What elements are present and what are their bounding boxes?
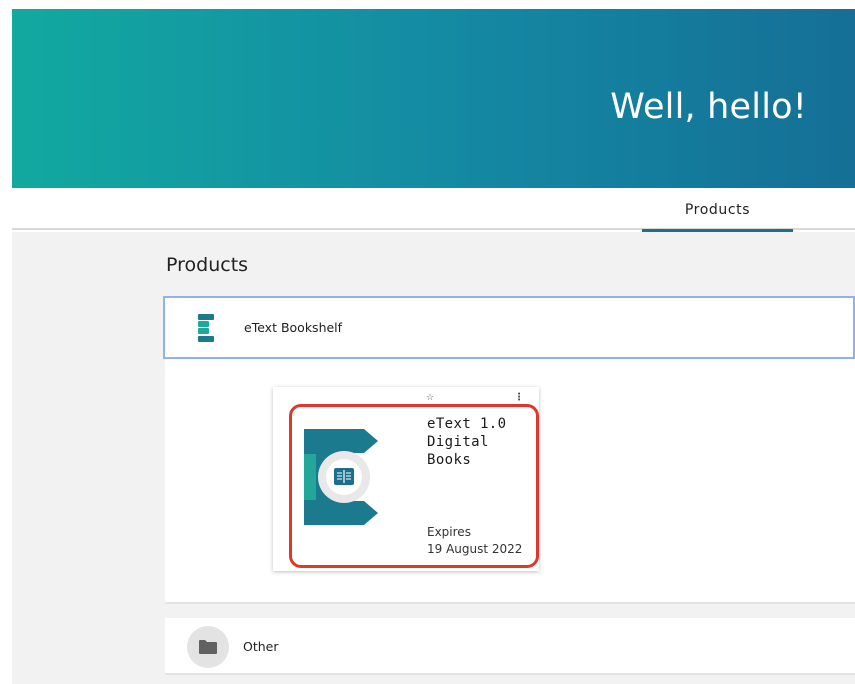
etext-book-cover-icon [304,429,378,525]
expires-date: 19 August 2022 [427,542,523,556]
tab-products[interactable]: Products [642,188,793,232]
etext-bookshelf-accordion-header[interactable]: eText Bookshelf [163,296,855,359]
product-title: eText 1.0 Digital Books [427,416,507,468]
etext-bookshelf-panel: ☆ ⋮ eText 1.0 Digital Books Expires 19 A… [165,359,855,604]
tab-products-label: Products [684,202,751,218]
etext-bookshelf-label: eText Bookshelf [244,320,343,335]
other-accordion-header[interactable]: Other [165,618,855,675]
product-card[interactable]: ☆ ⋮ eText 1.0 Digital Books Expires 19 A… [273,387,539,571]
folder-icon [199,640,217,654]
other-label: Other [243,639,279,654]
hero-banner: Well, hello! [12,9,855,188]
favorite-star-icon[interactable]: ☆ [426,393,434,403]
more-options-icon[interactable]: ⋮ [514,392,524,403]
folder-icon-badge [187,626,229,668]
main-content: Products eText Bookshelf ☆ ⋮ eText 1.0 D… [12,232,855,684]
etext-bookshelf-icon [198,314,214,342]
expires-label: Expires [427,525,471,539]
tab-bar: Products [12,188,855,232]
greeting-title: Well, hello! [610,87,807,127]
page-title: Products [166,254,249,276]
